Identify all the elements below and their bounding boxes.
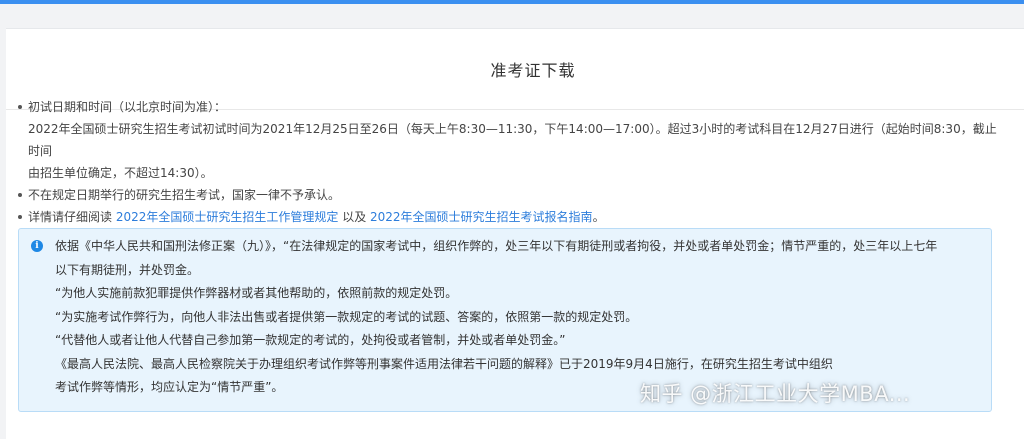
- legal-warning-line: “代替他人或者让他人代替自己参加第一款规定的考试的，处拘役或者管制，并处或者单处…: [55, 333, 566, 347]
- legal-warning-line: 依据《中华人民共和国刑法修正案（九）》，“在法律规定的国家考试中，组织作弊的，处…: [55, 239, 938, 253]
- exam-info-list: 初试日期和时间（以北京时间为准）： 2022年全国硕士研究生招生考试初试时间为2…: [16, 96, 1006, 228]
- read-more-middle: 以及: [338, 210, 371, 224]
- watermark: 知乎 @浙江工业大学MBA...: [640, 382, 911, 406]
- legal-warning-line: “为实施考试作弊行为，向他人非法出售或者提供第一款规定的考试的试题、答案的，依照…: [55, 309, 638, 324]
- legal-warning-text: 依据《中华人民共和国刑法修正案（九）》，“在法律规定的国家考试中，组织作弊的，处…: [55, 235, 975, 400]
- read-more-prefix: 详情请仔细阅读: [28, 210, 116, 224]
- page-title: 准考证下载: [490, 61, 576, 80]
- not-recognized-text: 不在规定日期举行的研究生招生考试，国家一律不予承认。: [28, 188, 341, 202]
- info-icon: i: [31, 240, 43, 252]
- exam-schedule-line-2: 由招生单位确定，不超过14:30）。: [28, 166, 213, 180]
- legal-warning-line: 以下有期徒刑，并处罚金。: [55, 262, 200, 277]
- bullet-dot: [18, 193, 22, 197]
- exam-schedule-text: 2022年全国硕士研究生招生考试初试时间为2021年12月25日至26日（每天上…: [16, 118, 1006, 184]
- registration-guide-link[interactable]: 2022年全国硕士研究生招生考试报名指南: [370, 210, 593, 224]
- legal-warning-line: “为他人实施前款犯罪提供作弊器材或者其他帮助的，依照前款的规定处罚。: [55, 286, 458, 300]
- exam-date-heading: 初试日期和时间（以北京时间为准）：: [28, 100, 227, 114]
- read-more-suffix: 。: [592, 210, 605, 224]
- bullet-dot: [18, 215, 22, 219]
- list-item-read-more: 详情请仔细阅读 2022年全国硕士研究生招生工作管理规定 以及 2022年全国硕…: [16, 206, 1006, 228]
- list-item-exam-date: 初试日期和时间（以北京时间为准）：: [16, 96, 1006, 118]
- list-item-not-recognized: 不在规定日期举行的研究生招生考试，国家一律不予承认。: [16, 184, 1006, 206]
- exam-schedule-line-1: 2022年全国硕士研究生招生考试初试时间为2021年12月25日至26日（每天上…: [28, 122, 997, 158]
- bullet-dot: [18, 105, 22, 109]
- top-accent-bar: [0, 0, 1024, 4]
- legal-warning-line: 《最高人民法院、最高人民检察院关于办理组织考试作弊等刑事案件适用法律若干问题的解…: [55, 356, 833, 371]
- management-regulations-link[interactable]: 2022年全国硕士研究生招生工作管理规定: [116, 210, 339, 224]
